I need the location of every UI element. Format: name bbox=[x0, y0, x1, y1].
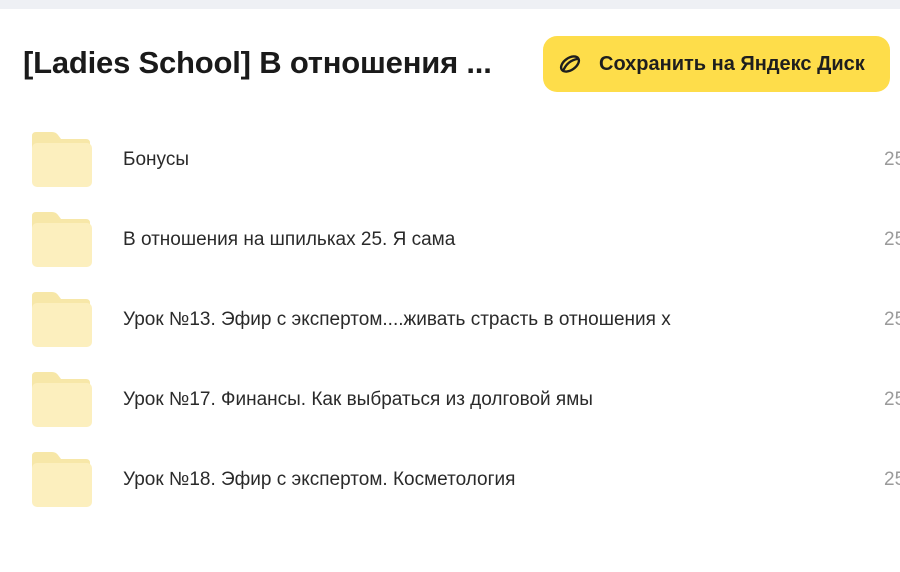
item-name: В отношения на шпильках 25. Я сама bbox=[123, 229, 456, 250]
save-to-yandex-disk-button[interactable]: Сохранить на Яндекс Диск bbox=[543, 36, 890, 92]
top-bar bbox=[0, 0, 900, 9]
list-item[interactable]: Урок №13. Эфир с экспертом....живать стр… bbox=[0, 280, 900, 360]
list-item[interactable]: Урок №17. Финансы. Как выбраться из долг… bbox=[0, 360, 900, 440]
item-date: 25 bbox=[884, 149, 900, 170]
folder-icon bbox=[32, 292, 92, 347]
save-button-label: Сохранить на Яндекс Диск bbox=[599, 52, 865, 75]
list-item[interactable]: Урок №18. Эфир с экспертом. Косметология… bbox=[0, 440, 900, 520]
item-name: Урок №13. Эфир с экспертом....живать стр… bbox=[123, 309, 671, 330]
folder-icon bbox=[32, 452, 92, 507]
item-name: Урок №18. Эфир с экспертом. Косметология bbox=[123, 469, 516, 490]
item-name: Бонусы bbox=[123, 149, 189, 170]
folder-icon bbox=[32, 372, 92, 427]
item-name: Урок №17. Финансы. Как выбраться из долг… bbox=[123, 389, 593, 410]
item-date: 25 bbox=[884, 309, 900, 330]
folder-icon bbox=[32, 212, 92, 267]
list-item[interactable]: Бонусы 25 bbox=[0, 120, 900, 200]
folder-icon bbox=[32, 132, 92, 187]
item-date: 25 bbox=[884, 469, 900, 490]
item-date: 25 bbox=[884, 229, 900, 250]
page-title: [Ladies School] В отношения ... bbox=[23, 45, 492, 80]
file-list: Бонусы 25 В отношения на шпильках 25. Я … bbox=[0, 120, 900, 520]
list-item[interactable]: В отношения на шпильках 25. Я сама 25 bbox=[0, 200, 900, 280]
item-date: 25 bbox=[884, 389, 900, 410]
yandex-disk-save-icon bbox=[557, 51, 583, 77]
page-header: [Ladies School] В отношения ... Сохранит… bbox=[0, 9, 900, 109]
